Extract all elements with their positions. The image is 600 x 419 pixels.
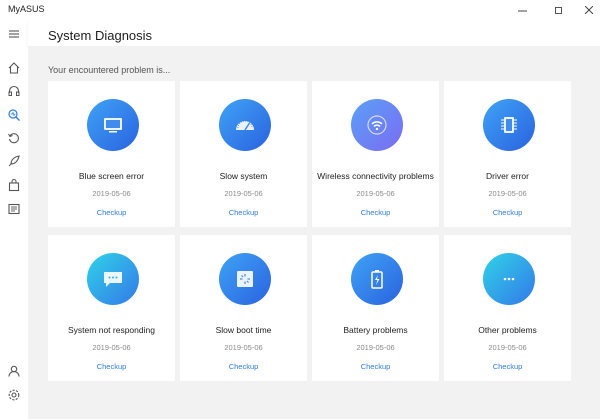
sidebar-item-recovery[interactable] <box>4 128 24 148</box>
message-icon <box>87 253 139 305</box>
settings-icon <box>8 389 20 401</box>
more-icon <box>483 253 535 305</box>
card-title: Slow boot time <box>215 325 272 335</box>
card-title: System not responding <box>68 325 155 335</box>
page-header: System Diagnosis <box>28 20 600 46</box>
card-date: 2019-05-06 <box>488 189 527 198</box>
minimize-button[interactable] <box>507 0 537 20</box>
menu-button[interactable] <box>4 24 24 44</box>
checkup-link[interactable]: Checkup <box>48 208 175 217</box>
close-icon <box>585 6 593 14</box>
page-title: System Diagnosis <box>48 28 153 43</box>
problem-card-driver-error[interactable]: Driver error 2019-05-06 Checkup <box>444 81 571 227</box>
sidebar-item-optimization[interactable] <box>4 151 24 171</box>
sidebar-item-news[interactable] <box>4 199 24 219</box>
title-bar: MyASUS <box>0 0 600 20</box>
checkup-link[interactable]: Checkup <box>48 362 175 371</box>
problem-card-not-responding[interactable]: System not responding 2019-05-06 Checkup <box>48 235 175 381</box>
card-date: 2019-05-06 <box>92 189 131 198</box>
rocket-icon <box>8 155 20 167</box>
close-button[interactable] <box>574 0 600 20</box>
card-title: Driver error <box>486 171 529 181</box>
checkup-link[interactable]: Checkup <box>312 362 439 371</box>
problem-card-battery[interactable]: Battery problems 2019-05-06 Checkup <box>312 235 439 381</box>
sidebar <box>0 20 28 419</box>
card-date: 2019-05-06 <box>356 189 395 198</box>
store-icon <box>8 179 20 192</box>
card-title: Wireless connectivity problems <box>317 171 434 181</box>
card-title: Blue screen error <box>78 171 145 181</box>
sidebar-item-support[interactable] <box>4 81 24 101</box>
headset-icon <box>8 85 20 96</box>
sidebar-item-settings[interactable] <box>4 385 24 405</box>
maximize-button[interactable] <box>543 0 573 20</box>
sidebar-item-diagnosis[interactable] <box>4 105 24 125</box>
recovery-icon <box>8 133 19 144</box>
card-title: Other problems <box>478 325 537 335</box>
problem-card-blue-screen[interactable]: Blue screen error 2019-05-06 Checkup <box>48 81 175 227</box>
wifi-icon <box>351 99 403 151</box>
checkup-link[interactable]: Checkup <box>180 362 307 371</box>
minimize-icon <box>517 10 527 11</box>
maximize-icon <box>554 6 562 14</box>
checkup-link[interactable]: Checkup <box>444 362 571 371</box>
home-icon <box>8 62 20 74</box>
checkup-link[interactable]: Checkup <box>180 208 307 217</box>
diagnosis-icon <box>8 109 20 121</box>
problem-card-wireless[interactable]: Wireless connectivity problems 2019-05-0… <box>312 81 439 227</box>
user-icon <box>8 365 20 377</box>
sidebar-item-account[interactable] <box>4 361 24 381</box>
battery-icon <box>351 253 403 305</box>
app-title: MyASUS <box>8 4 45 14</box>
card-date: 2019-05-06 <box>356 343 395 352</box>
chip-icon <box>483 99 535 151</box>
speedometer-icon <box>219 99 271 151</box>
loading-icon <box>219 253 271 305</box>
card-date: 2019-05-06 <box>92 343 131 352</box>
card-date: 2019-05-06 <box>488 343 527 352</box>
checkup-link[interactable]: Checkup <box>444 208 571 217</box>
card-date: 2019-05-06 <box>224 343 263 352</box>
sidebar-item-home[interactable] <box>4 58 24 78</box>
checkup-link[interactable]: Checkup <box>312 208 439 217</box>
news-icon <box>8 203 20 215</box>
main-content: Your encountered problem is... Blue scre… <box>28 46 600 419</box>
problem-card-slow-system[interactable]: Slow system 2019-05-06 Checkup <box>180 81 307 227</box>
problem-card-other[interactable]: Other problems 2019-05-06 Checkup <box>444 235 571 381</box>
card-title: Slow system <box>219 171 268 181</box>
card-date: 2019-05-06 <box>224 189 263 198</box>
card-title: Battery problems <box>343 325 408 335</box>
problem-prompt: Your encountered problem is... <box>48 65 171 75</box>
problem-card-slow-boot[interactable]: Slow boot time 2019-05-06 Checkup <box>180 235 307 381</box>
blue-screen-icon <box>87 99 139 151</box>
sidebar-item-store[interactable] <box>4 175 24 195</box>
menu-icon <box>9 30 19 38</box>
